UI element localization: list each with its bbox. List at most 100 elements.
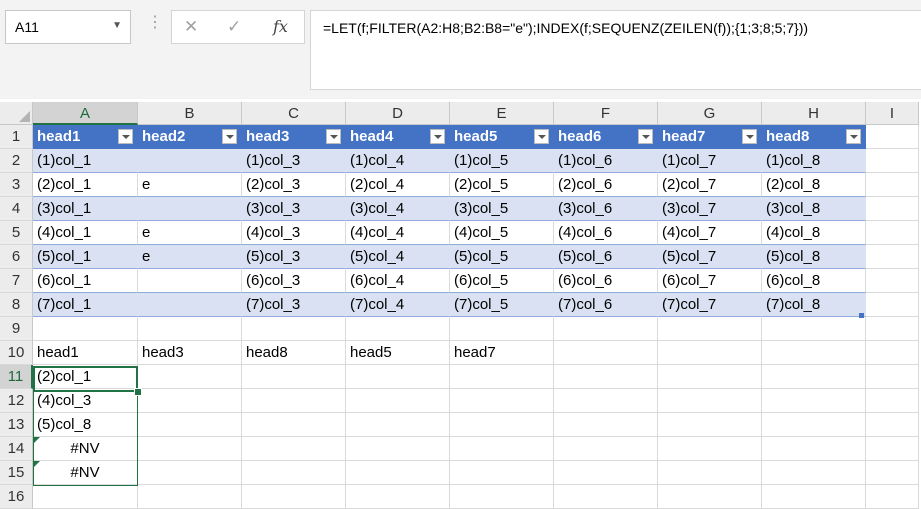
table-cell[interactable]: (7)col_1 [33, 293, 138, 317]
cell[interactable] [866, 149, 919, 173]
cell[interactable] [242, 413, 346, 437]
cell[interactable] [866, 437, 919, 461]
column-header-d[interactable]: D [346, 102, 450, 125]
header-row-cell[interactable]: head8 [242, 341, 346, 365]
table-cell[interactable]: (7)col_6 [554, 293, 658, 317]
cell[interactable] [658, 437, 762, 461]
table-cell[interactable]: (5)col_6 [554, 245, 658, 269]
cell[interactable] [554, 389, 658, 413]
cell[interactable] [658, 365, 762, 389]
table-cell[interactable] [138, 293, 242, 317]
header-row-cell[interactable]: head1 [33, 341, 138, 365]
table-resize-handle[interactable] [859, 313, 864, 318]
row-header-13[interactable]: 13 [0, 413, 33, 437]
row-header-10[interactable]: 10 [0, 341, 33, 365]
cell[interactable] [346, 437, 450, 461]
filter-dropdown-icon[interactable] [742, 129, 757, 144]
cell[interactable] [450, 461, 554, 485]
table-cell[interactable]: (2)col_7 [658, 173, 762, 197]
row-header-4[interactable]: 4 [0, 197, 33, 221]
cell[interactable] [762, 461, 866, 485]
table-cell[interactable]: (6)col_4 [346, 269, 450, 293]
row-header-1[interactable]: 1 [0, 125, 33, 149]
table-cell[interactable] [138, 149, 242, 173]
cell[interactable] [658, 485, 762, 509]
header-row-cell[interactable]: head7 [450, 341, 554, 365]
cell[interactable] [866, 389, 919, 413]
cell[interactable] [346, 413, 450, 437]
cell[interactable] [242, 461, 346, 485]
table-cell[interactable]: (3)col_1 [33, 197, 138, 221]
table-cell[interactable]: (7)col_3 [242, 293, 346, 317]
spreadsheet-grid[interactable]: A B C D E F G H I 1 2 3 4 5 6 7 8 9 10 11 12 13 14 15 16 head1 hea… [0, 102, 921, 509]
table-cell[interactable]: (3)col_3 [242, 197, 346, 221]
cell[interactable] [762, 437, 866, 461]
cell[interactable] [866, 125, 919, 149]
table-cell[interactable]: (7)col_7 [658, 293, 762, 317]
cell[interactable] [866, 365, 919, 389]
table-cell[interactable]: e [138, 221, 242, 245]
cell[interactable] [554, 485, 658, 509]
table-cell[interactable]: (4)col_6 [554, 221, 658, 245]
result-cell[interactable]: (4)col_3 [33, 389, 138, 413]
cell[interactable] [242, 437, 346, 461]
cell[interactable] [346, 365, 450, 389]
cell[interactable] [658, 413, 762, 437]
row-header-2[interactable]: 2 [0, 149, 33, 173]
cell[interactable] [242, 389, 346, 413]
table-cell[interactable]: (7)col_8 [762, 293, 866, 317]
name-box[interactable]: A11 ▼ [5, 10, 131, 44]
filter-dropdown-icon[interactable] [534, 129, 549, 144]
header-row-cell[interactable]: head3 [138, 341, 242, 365]
table-cell[interactable]: (6)col_5 [450, 269, 554, 293]
cell[interactable] [346, 389, 450, 413]
cell[interactable] [866, 197, 919, 221]
cell[interactable] [450, 437, 554, 461]
row-header-6[interactable]: 6 [0, 245, 33, 269]
cell[interactable] [346, 485, 450, 509]
table-cell[interactable]: (5)col_3 [242, 245, 346, 269]
column-header-f[interactable]: F [554, 102, 658, 125]
column-header-g[interactable]: G [658, 102, 762, 125]
filter-dropdown-icon[interactable] [638, 129, 653, 144]
cell[interactable] [554, 317, 658, 341]
table-cell[interactable]: (5)col_7 [658, 245, 762, 269]
formula-input[interactable]: =LET(f;FILTER(A2:H8;B2:B8="e");INDEX(f;S… [310, 10, 921, 90]
table-cell[interactable]: (4)col_5 [450, 221, 554, 245]
column-header-b[interactable]: B [138, 102, 242, 125]
table-cell[interactable]: (6)col_1 [33, 269, 138, 293]
cell[interactable] [346, 461, 450, 485]
cell[interactable] [866, 293, 919, 317]
cell[interactable] [554, 413, 658, 437]
cell[interactable] [450, 485, 554, 509]
cell[interactable] [658, 389, 762, 413]
cell[interactable] [866, 245, 919, 269]
table-cell[interactable] [138, 197, 242, 221]
table-cell[interactable]: (2)col_8 [762, 173, 866, 197]
table-cell[interactable]: (3)col_4 [346, 197, 450, 221]
cell[interactable] [554, 341, 658, 365]
formula-text[interactable]: =LET(f;FILTER(A2:H8;B2:B8="e");INDEX(f;S… [323, 20, 808, 36]
table-cell[interactable]: (1)col_8 [762, 149, 866, 173]
table-cell[interactable]: (1)col_3 [242, 149, 346, 173]
table-cell[interactable]: (2)col_1 [33, 173, 138, 197]
row-header-7[interactable]: 7 [0, 269, 33, 293]
table-cell[interactable]: (7)col_4 [346, 293, 450, 317]
row-header-5[interactable]: 5 [0, 221, 33, 245]
table-cell[interactable]: (6)col_7 [658, 269, 762, 293]
cell[interactable] [138, 365, 242, 389]
cell[interactable] [762, 341, 866, 365]
table-cell[interactable]: (1)col_5 [450, 149, 554, 173]
table-cell[interactable]: (4)col_1 [33, 221, 138, 245]
cell[interactable] [762, 413, 866, 437]
table-cell[interactable]: (1)col_6 [554, 149, 658, 173]
drag-handle-icon[interactable]: ⋮ [147, 12, 164, 32]
cell[interactable] [658, 317, 762, 341]
column-header-c[interactable]: C [242, 102, 346, 125]
result-cell[interactable]: (5)col_8 [33, 413, 138, 437]
table-cell[interactable]: (4)col_3 [242, 221, 346, 245]
filter-dropdown-icon[interactable] [222, 129, 237, 144]
cell[interactable] [554, 365, 658, 389]
chevron-down-icon[interactable]: ▼ [112, 20, 122, 31]
filter-dropdown-icon[interactable] [118, 129, 133, 144]
